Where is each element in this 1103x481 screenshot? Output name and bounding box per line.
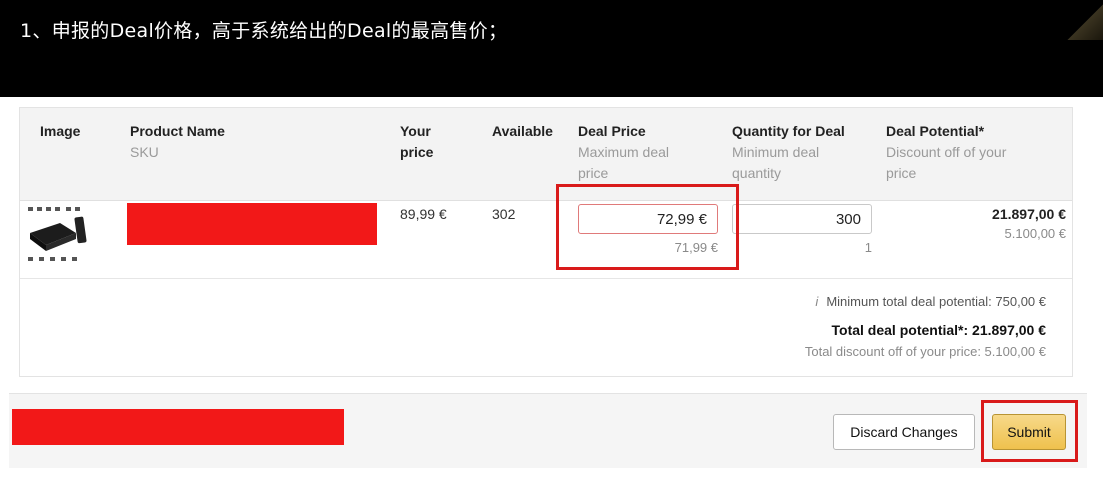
form-footer: Discard Changes Submit xyxy=(9,393,1087,468)
caption-text: 1、申报的Deal价格，高于系统给出的Deal的最高售价； xyxy=(20,20,508,42)
minimum-potential-text: Minimum total deal potential: 750,00 € xyxy=(826,294,1046,309)
quantity-input[interactable]: 300 xyxy=(732,204,872,234)
submit-highlight xyxy=(981,400,1078,462)
header-deal-price-label: Deal Price xyxy=(578,123,646,139)
header-available: Available xyxy=(492,121,553,142)
header-product-name-label: Product Name xyxy=(130,123,225,139)
header-deal-price-sub1: Maximum deal xyxy=(578,144,670,160)
product-thumbnail xyxy=(28,207,87,261)
minimum-potential: i Minimum total deal potential: 750,00 € xyxy=(815,294,1046,309)
header-image: Image xyxy=(40,121,80,142)
redacted-footer-info xyxy=(12,409,344,445)
header-quantity: Quantity for Deal Minimum deal quantity xyxy=(732,121,845,184)
header-deal-price: Deal Price Maximum deal price xyxy=(578,121,669,184)
quantity-min-hint: 1 xyxy=(864,240,872,255)
row-divider xyxy=(20,278,1072,279)
deal-table: Image Product Name SKU Your price Availa… xyxy=(19,107,1073,377)
total-discount: Total discount off of your price: 5.100,… xyxy=(804,344,1046,359)
header-your-price-line2: price xyxy=(400,144,434,160)
redacted-product-name xyxy=(127,203,377,245)
header-potential: Deal Potential* Discount off of your pri… xyxy=(886,121,1006,184)
header-potential-sub2: price xyxy=(886,165,917,181)
header-deal-price-sub2: price xyxy=(578,165,609,181)
potential-discount-value: 5.100,00 € xyxy=(1004,226,1066,241)
corner-decoration xyxy=(1063,0,1103,40)
header-quantity-label: Quantity for Deal xyxy=(732,123,845,139)
header-product-sub: SKU xyxy=(130,144,159,160)
header-available-label: Available xyxy=(492,123,553,139)
available-value: 302 xyxy=(492,206,516,222)
header-quantity-sub1: Minimum deal xyxy=(732,144,820,160)
info-icon: i xyxy=(815,294,819,309)
deal-form-panel: Image Product Name SKU Your price Availa… xyxy=(0,97,1103,481)
header-quantity-sub2: quantity xyxy=(732,165,782,181)
header-your-price: Your price xyxy=(400,121,433,163)
header-potential-label: Deal Potential* xyxy=(886,123,985,139)
your-price-value: 89,99 € xyxy=(400,206,447,222)
total-potential: Total deal potential*: 21.897,00 € xyxy=(831,322,1046,338)
header-image-label: Image xyxy=(40,123,81,139)
header-potential-sub1: Discount off of your xyxy=(886,144,1007,160)
header-your-price-line1: Your xyxy=(400,123,431,139)
header-product-name: Product Name SKU xyxy=(130,121,225,163)
table-header: Image Product Name SKU Your price Availa… xyxy=(20,108,1072,201)
discard-changes-button[interactable]: Discard Changes xyxy=(833,414,975,450)
deal-price-highlight xyxy=(556,184,739,270)
potential-total-value: 21.897,00 € xyxy=(992,206,1066,222)
